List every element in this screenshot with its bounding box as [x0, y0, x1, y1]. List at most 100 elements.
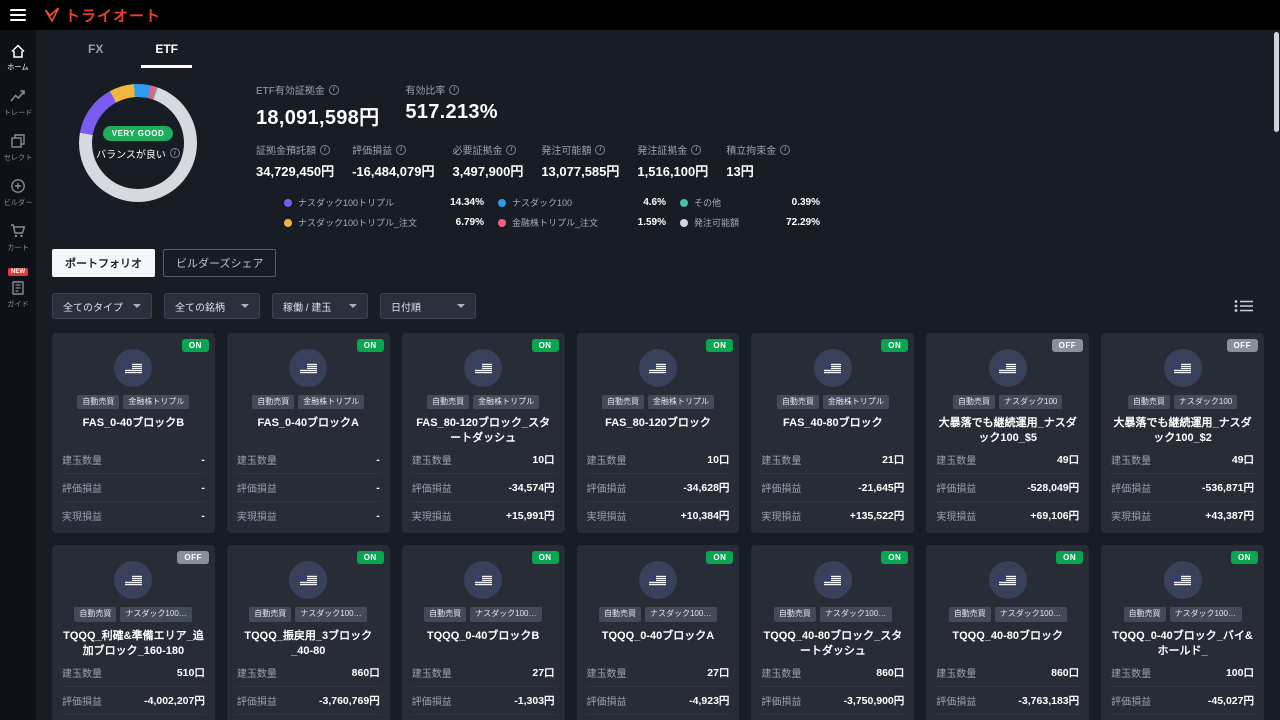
info-icon[interactable]	[169, 148, 180, 158]
row-label: 建玉数量	[936, 456, 977, 468]
strategy-card[interactable]: ON 自動売買 ナスダック100トリプル TQQQ_0-40ブロック_バイ&ホー…	[1101, 545, 1264, 720]
us-flag-avatar	[114, 349, 153, 387]
card-title: TQQQ_0-40ブロックA	[601, 629, 715, 642]
filter-bar: 全てのタイプ 全ての銘柄 稼働 / 建玉 日付順	[36, 283, 1280, 327]
sidebar-item-home[interactable]: ホーム	[0, 36, 36, 81]
us-flag-icon	[474, 362, 492, 374]
filter-sort-dropdown[interactable]: 日付順	[380, 293, 476, 319]
legend-label: その他	[694, 198, 722, 208]
status-badge: ON	[531, 339, 559, 352]
instrument-badge: ナスダック100トリプル	[644, 607, 717, 622]
card-row-quantity: 建玉数量 49口	[935, 446, 1080, 473]
us-flag-avatar	[289, 561, 328, 600]
legend-color-dot	[680, 218, 688, 227]
card-row-eval-pl: 評価損益 -4,923円	[585, 685, 731, 714]
stat-label: 必要証拠金	[452, 142, 523, 157]
card-row-realized-pl: 実現損益 +580,501円	[235, 713, 381, 720]
instrument-badge: ナスダック100トリプル	[295, 607, 368, 622]
info-icon[interactable]	[328, 84, 339, 95]
card-title: TQQQ_0-40ブロックB	[426, 629, 540, 642]
row-value: -34,574円	[508, 482, 555, 495]
card-row-realized-pl: 実現損益 +43,387円	[1110, 501, 1255, 529]
instrument-badge: ナスダック100トリプル	[1169, 607, 1242, 622]
us-flag-icon	[649, 362, 667, 374]
strategy-card[interactable]: ON 自動売買 金融株トリプル FAS_0-40ブロックB 建玉数量 - 評価損…	[52, 333, 215, 534]
secondary-stat: 発注証拠金 1,516,100円	[637, 142, 708, 180]
strategy-card[interactable]: ON 自動売買 ナスダック100トリプル TQQQ_40-80ブロック_スタート…	[751, 545, 915, 720]
auto-trade-badge: 自動売買	[776, 395, 819, 410]
sidebar-item-builder[interactable]: ビルダー	[0, 171, 36, 216]
strategy-card[interactable]: ON 自動売買 ナスダック100トリプル TQQQ_0-40ブロックA 建玉数量…	[576, 545, 740, 720]
strategy-card[interactable]: ON 自動売買 ナスダック100トリプル TQQQ_0-40ブロックB 建玉数量…	[401, 545, 565, 720]
us-flag-icon	[999, 362, 1017, 374]
legend-value: 0.39%	[791, 197, 820, 208]
strategy-card[interactable]: OFF 自動売買 ナスダック100 大暴落でも継続運用_ナスダック100_$5 …	[926, 333, 1090, 534]
app-logo[interactable]: トライオート	[44, 5, 161, 26]
card-row-eval-pl: 評価損益 -34,574円	[410, 473, 556, 501]
strategy-card[interactable]: ON 自動売買 金融株トリプル FAS_80-120ブロック 建玉数量 10口	[576, 333, 740, 534]
instrument-badge: 金融株トリプル	[298, 395, 365, 410]
instrument-badge: 金融株トリプル	[123, 395, 190, 410]
strategy-card[interactable]: ON 自動売買 ナスダック100トリプル TQQQ_40-80ブロック 建玉数量…	[926, 545, 1090, 720]
top-bar: トライオート	[0, 0, 1280, 30]
card-title: 大暴落でも継続運用_ナスダック100_$5	[938, 417, 1077, 445]
vertical-scrollbar[interactable]	[1274, 32, 1279, 132]
row-label: 実現損益	[936, 512, 977, 524]
info-icon[interactable]	[691, 144, 702, 155]
strategy-card[interactable]: ON 自動売買 金融株トリプル FAS_0-40ブロックA 建玉数量 - 評価損…	[226, 333, 390, 534]
info-icon[interactable]	[780, 144, 791, 155]
list-view-icon[interactable]	[1234, 299, 1264, 313]
strategy-card[interactable]: ON 自動売買 金融株トリプル FAS_80-120ブロック_スタートダッシュ …	[401, 333, 565, 534]
sidebar-item-select[interactable]: セレクト	[0, 126, 36, 171]
info-icon[interactable]	[396, 144, 407, 155]
filter-symbol-dropdown[interactable]: 全ての銘柄	[164, 293, 260, 319]
tab-fx[interactable]: FX	[62, 30, 129, 68]
row-value: -1,303円	[514, 694, 555, 707]
auto-trade-badge: 自動売買	[424, 607, 467, 622]
info-icon[interactable]	[506, 144, 517, 155]
main-content: FX ETF VERY GOOD バランスが良い i ETF有効証拠金 i 18…	[36, 30, 1280, 720]
card-badges: 自動売買 ナスダック100	[935, 395, 1080, 410]
status-badge: ON	[1231, 551, 1258, 565]
allocation-legend-item: 発注可能額 72.29%	[680, 216, 820, 229]
card-row-realized-pl: 実現損益 +10,384円	[585, 501, 731, 529]
tab-etf[interactable]: ETF	[129, 30, 204, 68]
strategy-card[interactable]: ON 自動売買 ナスダック100トリプル TQQQ_振戻用_3ブロック_40-8…	[226, 545, 390, 720]
row-value: +15,991円	[505, 510, 555, 523]
row-value: -	[201, 509, 205, 522]
info-icon[interactable]	[449, 84, 460, 95]
legend-label: ナスダック100トリプル	[298, 198, 395, 208]
card-title: TQQQ_40-80ブロック_スタートダッシュ	[763, 629, 903, 657]
status-badge: ON	[706, 551, 734, 565]
legend-label: ナスダック100トリプル_注文	[298, 218, 418, 228]
us-flag-icon	[1174, 574, 1192, 586]
filter-status-dropdown[interactable]: 稼働 / 建玉	[272, 293, 368, 319]
strategy-card[interactable]: OFF 自動売買 ナスダック100トリプル TQQQ_利確&準備エリア_追加ブロ…	[52, 545, 215, 720]
us-flag-icon	[649, 574, 667, 586]
row-label: 建玉数量	[411, 456, 452, 468]
row-label: 実現損益	[586, 512, 627, 524]
strategy-card[interactable]: ON 自動売買 金融株トリプル FAS_40-80ブロック 建玉数量 21口 評…	[751, 333, 915, 534]
legend-label: ナスダック100	[512, 198, 573, 208]
card-row-eval-pl: 評価損益 -4,002,207円	[61, 685, 206, 714]
row-value: 21口	[882, 454, 905, 467]
tab-builders-share[interactable]: ビルダーズシェア	[163, 249, 277, 277]
card-row-eval-pl: 評価損益 -21,645円	[760, 473, 906, 501]
tab-portfolio[interactable]: ポートフォリオ	[52, 249, 155, 277]
summary-figures: ETF有効証拠金 18,091,598円 有効比率 517.213%	[256, 80, 820, 229]
us-flag-avatar	[464, 349, 503, 387]
row-value: 510口	[176, 666, 205, 679]
card-row-realized-pl: 実現損益 +614,124円	[760, 713, 906, 720]
info-icon[interactable]	[595, 144, 606, 155]
strategy-card[interactable]: OFF 自動売買 ナスダック100 大暴落でも継続運用_ナスダック100_$2 …	[1101, 333, 1264, 534]
us-flag-icon	[299, 574, 317, 586]
row-label: 評価損益	[62, 484, 102, 496]
info-icon[interactable]	[320, 144, 330, 155]
sidebar-item-cart[interactable]: カート	[0, 216, 36, 261]
sidebar-item-trade[interactable]: トレード	[0, 81, 36, 126]
sidebar-item-guide[interactable]: NEW ガイド	[0, 261, 36, 318]
hamburger-menu-icon[interactable]	[0, 0, 36, 30]
filter-type-dropdown[interactable]: 全てのタイプ	[52, 293, 152, 319]
row-label: 評価損益	[936, 484, 977, 496]
row-value: -21,645円	[858, 482, 905, 495]
